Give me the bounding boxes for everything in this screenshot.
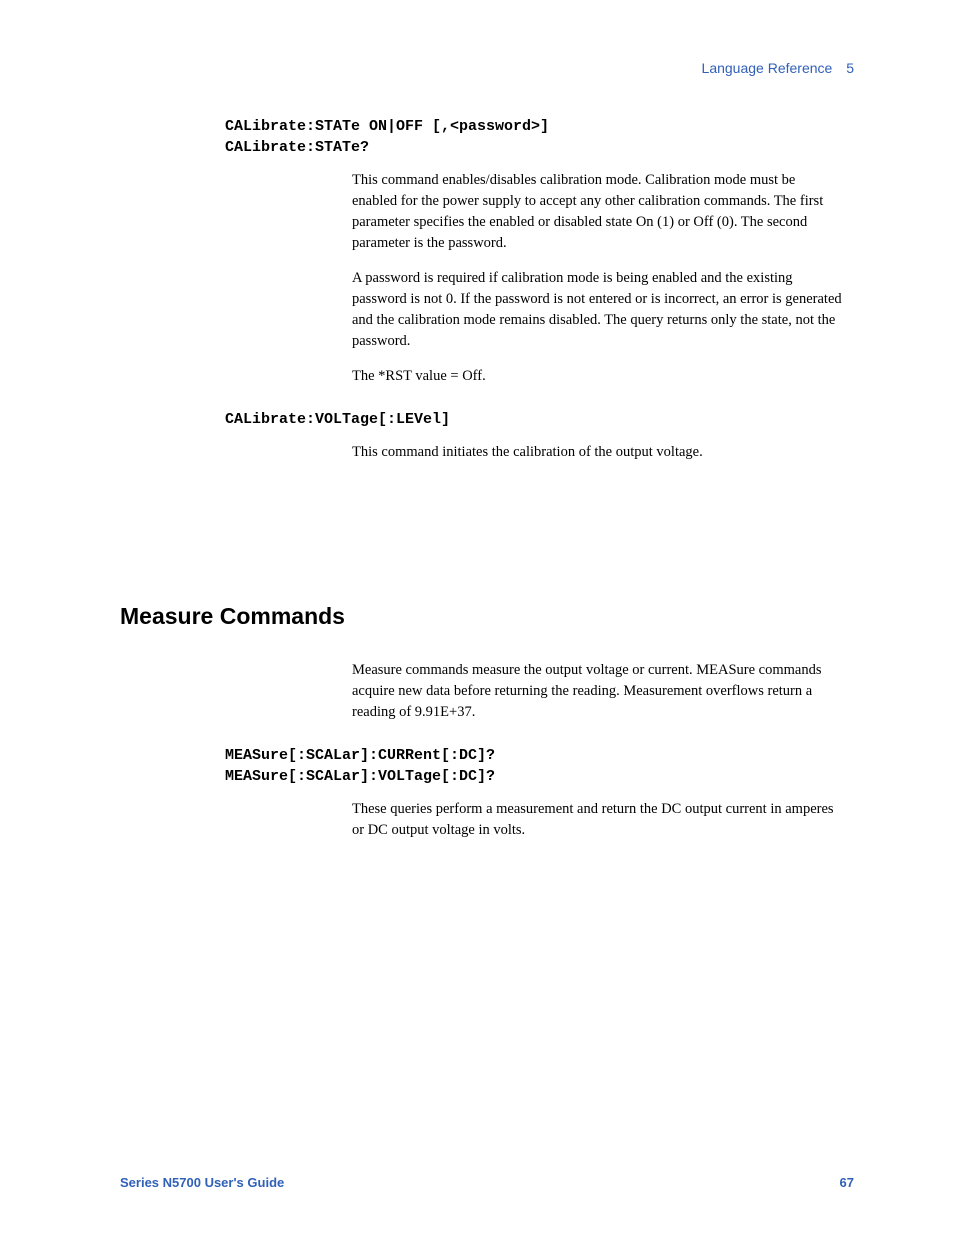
command-description-para: The *RST value = Off. bbox=[352, 366, 844, 387]
command-description-para: This command initiates the calibration o… bbox=[352, 442, 844, 463]
command-description-para: A password is required if calibration mo… bbox=[352, 268, 844, 352]
command-syntax-line: CALibrate:STATe ON|OFF [,<password>] bbox=[225, 116, 854, 137]
page-header: Language Reference 5 bbox=[120, 60, 854, 76]
section-heading-measure-commands: Measure Commands bbox=[120, 603, 854, 630]
footer-guide-title: Series N5700 User's Guide bbox=[120, 1175, 284, 1190]
page-content: Language Reference 5 CALibrate:STATe ON|… bbox=[0, 0, 954, 1235]
command-syntax-line: CALibrate:VOLTage[:LEVel] bbox=[225, 409, 854, 430]
command-syntax-line: MEASure[:SCALar]:VOLTage[:DC]? bbox=[225, 766, 854, 787]
command-calibrate-voltage-heading: CALibrate:VOLTage[:LEVel] bbox=[225, 409, 854, 430]
command-description-para: These queries perform a measurement and … bbox=[352, 799, 844, 841]
header-chapter-number: 5 bbox=[846, 60, 854, 76]
command-syntax-line: CALibrate:STATe? bbox=[225, 137, 854, 158]
command-syntax-line: MEASure[:SCALar]:CURRent[:DC]? bbox=[225, 745, 854, 766]
command-description-para: This command enables/disables calibratio… bbox=[352, 170, 844, 254]
command-calibrate-state-heading: CALibrate:STATe ON|OFF [,<password>] CAL… bbox=[225, 116, 854, 158]
header-section-title: Language Reference bbox=[702, 60, 833, 76]
section-intro-para: Measure commands measure the output volt… bbox=[352, 660, 844, 723]
page-footer: Series N5700 User's Guide 67 bbox=[120, 1175, 854, 1190]
footer-page-number: 67 bbox=[840, 1175, 854, 1190]
command-measure-heading: MEASure[:SCALar]:CURRent[:DC]? MEASure[:… bbox=[225, 745, 854, 787]
